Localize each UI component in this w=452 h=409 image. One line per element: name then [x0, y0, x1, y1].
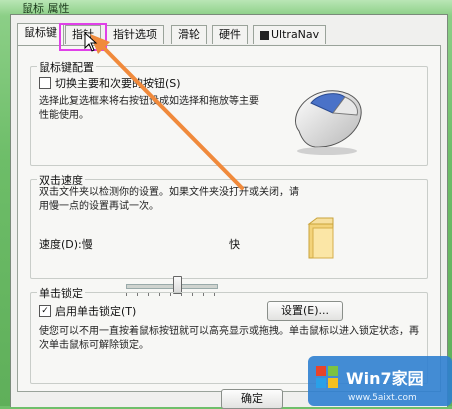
switch-buttons-description: 选择此复选框来将右按钮设成如选择和拖放等主要性能使用。	[39, 96, 259, 121]
speed-label-slow: 速度(D):慢	[39, 238, 93, 251]
tab-pointer-options[interactable]: 指针选项	[106, 25, 164, 44]
cursor-icon	[84, 32, 98, 52]
tab-buttons[interactable]: 鼠标键	[17, 23, 64, 45]
group-title: 单击锁定	[37, 285, 85, 301]
tab-label: 滑轮	[178, 28, 200, 41]
tab-label: UltraNav	[271, 28, 320, 41]
click-lock-checkbox[interactable]: ✓	[39, 305, 51, 317]
double-click-group: 双击速度 双击文件夹以检测你的设置。如果文件夹没打开或关闭，请用慢一点的设置再试…	[30, 172, 428, 279]
tab-label: 指针选项	[113, 28, 157, 41]
svg-text:Win7家园: Win7家园	[346, 369, 424, 388]
tab-panel: 鼠标键配置 切换主要和次要的按钮(S) 选择此复选框来将右按钮设成如选择和拖放等…	[17, 45, 441, 392]
mouse-icon	[295, 90, 362, 155]
switch-buttons-label: 切换主要和次要的按钮(S)	[55, 77, 181, 90]
double-click-speed-track[interactable]	[126, 284, 218, 289]
button-config-group: 鼠标键配置 切换主要和次要的按钮(S) 选择此复选框来将右按钮设成如选择和拖放等…	[30, 59, 428, 166]
tab-hardware[interactable]: 硬件	[212, 25, 248, 44]
tab-label: 硬件	[219, 28, 241, 41]
tab-label: 鼠标键	[24, 26, 57, 39]
switch-buttons-checkbox[interactable]	[39, 77, 51, 89]
click-lock-settings-button[interactable]: 设置(E)...	[267, 301, 343, 321]
group-title: 鼠标键配置	[37, 59, 96, 75]
click-lock-description: 使您可以不用一直按着鼠标按钮就可以高亮显示或拖拽。单击鼠标以进入锁定状态，再次单…	[39, 326, 419, 351]
tab-highlight-box	[59, 23, 107, 51]
test-folder-icon[interactable]	[307, 216, 337, 260]
svg-text:www.5aixt.com: www.5aixt.com	[348, 393, 417, 403]
ultranav-icon	[260, 30, 269, 40]
tab-wheel[interactable]: 滑轮	[171, 25, 207, 44]
speed-label-fast: 快	[229, 238, 240, 251]
mouse-properties-dialog: 鼠标键 指针 指针选项 滑轮 硬件 UltraNav 鼠标键配置 切换主要和次要…	[10, 14, 448, 409]
click-lock-label: 启用单击锁定(T)	[55, 305, 137, 318]
watermark-logo: Win7家园 www.5aixt.com	[308, 356, 452, 406]
ok-button[interactable]: 确定	[221, 389, 283, 409]
tab-ultranav[interactable]: UltraNav	[253, 25, 327, 44]
double-click-description: 双击文件夹以检测你的设置。如果文件夹没打开或关闭，请用慢一点的设置再试一次。	[39, 187, 299, 212]
watermark-badge: Win7家园 www.5aixt.com	[308, 356, 452, 406]
